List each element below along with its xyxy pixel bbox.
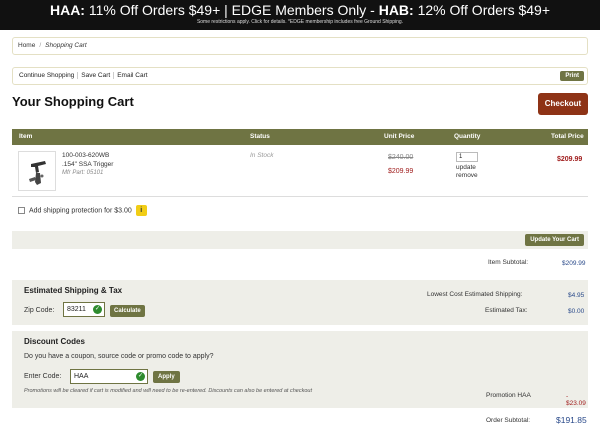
item-status: In Stock [250,152,274,159]
order-subtotal-label: Order Subtotal: [486,417,531,424]
item-original-price: $240.00 [388,154,414,161]
item-subtotal-value: $209.99 [562,260,586,267]
haa-offer: 11% Off Orders $49+ [88,2,221,18]
header-item: Item [19,133,33,140]
shipping-protection-label[interactable]: Add shipping protection for $3.00 [29,207,132,214]
email-cart-link[interactable]: Email Cart [114,72,150,79]
promotion-label: Promotion HAA [486,392,531,399]
product-thumbnail[interactable] [18,151,56,191]
header-status: Status [250,133,270,140]
checkout-button[interactable]: Checkout [538,93,588,115]
item-sale-price: $209.99 [388,168,414,175]
hab-offer: 12% Off Orders $49+ [417,2,551,18]
promo-code-value: HAA [74,373,89,380]
promo-banner[interactable]: HAA: 11% Off Orders $49+ | EDGE Members … [0,0,600,30]
continue-shopping-link[interactable]: Continue Shopping [16,72,79,79]
info-icon[interactable]: i [135,205,147,216]
update-cart-bar: Update Your Cart [12,231,588,249]
save-cart-link[interactable]: Save Cart [78,72,115,79]
page-title: Your Shopping Cart [12,94,134,109]
lowest-shipping-label: Lowest Cost Estimated Shipping: [427,291,523,298]
update-quantity-link[interactable]: update [456,164,476,171]
header-unit-price: Unit Price [384,133,415,140]
discount-question: Do you have a coupon, source code or pro… [24,353,214,360]
breadcrumb-separator: / [39,42,42,49]
promo-headline: HAA: 11% Off Orders $49+ | EDGE Members … [49,2,551,18]
zip-code-value: 83211 [67,306,86,313]
update-cart-button[interactable]: Update Your Cart [525,234,584,246]
breadcrumb-home-link[interactable]: Home [18,42,35,49]
haa-label: HAA: [49,2,85,18]
quantity-input[interactable]: 1 [456,152,478,162]
shipping-protection: Add shipping protection for $3.00 i [18,205,147,217]
item-subtotal-label: Item Subtotal: [488,259,529,266]
shipping-tax-panel: Estimated Shipping & Tax Zip Code: 83211… [12,280,588,325]
print-button[interactable]: Print [560,71,584,81]
estimated-tax-value: $0.00 [568,308,585,315]
enter-code-label: Enter Code: [24,373,62,380]
edge-offer: EDGE Members Only - [231,2,375,18]
lowest-shipping-value: $4.95 [568,292,585,299]
check-icon: ✓ [93,305,102,314]
item-name[interactable]: .154" SSA Trigger [62,161,113,168]
item-sku[interactable]: 100-003-620WB [62,152,109,159]
check-icon: ✓ [136,372,145,381]
header-quantity: Quantity [454,133,481,140]
discount-panel-title: Discount Codes [24,337,85,346]
calculate-button[interactable]: Calculate [110,305,145,317]
discount-codes-panel: Discount Codes Do you have a coupon, sou… [12,331,588,408]
hab-label: HAB: [378,2,414,18]
shipping-panel-title: Estimated Shipping & Tax [24,286,123,295]
zip-code-input[interactable]: 83211 ✓ [63,302,105,317]
promo-code-input[interactable]: HAA ✓ [70,369,148,384]
header-total-price: Total Price [551,133,584,140]
breadcrumb: Home / Shopping Cart [12,37,588,55]
order-subtotal-value: $191.85 [556,415,587,425]
cart-actions-bar: Continue Shopping Save Cart Email Cart Pri… [12,67,588,85]
promotion-value: - $23.09 [566,393,586,407]
zip-code-label: Zip Code: [24,307,55,314]
item-total-price: $209.99 [557,156,583,163]
apply-button[interactable]: Apply [153,371,180,383]
discount-note: Promotions will be cleared if cart is mo… [24,388,312,394]
trigger-product-image [29,161,46,185]
promo-fine-print: Some restrictions apply. Click for detai… [196,19,404,25]
cart-table-header: Item Status Unit Price Quantity Total Pr… [12,129,588,145]
breadcrumb-current: Shopping Cart [45,42,87,49]
item-mfr-part: Mfr Part: 05101 [62,170,104,176]
estimated-tax-label: Estimated Tax: [485,307,528,314]
shipping-protection-checkbox[interactable] [18,207,25,214]
cart-item-row: 100-003-620WB .154" SSA Trigger Mfr Part… [12,145,588,197]
remove-item-link[interactable]: remove [456,172,478,179]
